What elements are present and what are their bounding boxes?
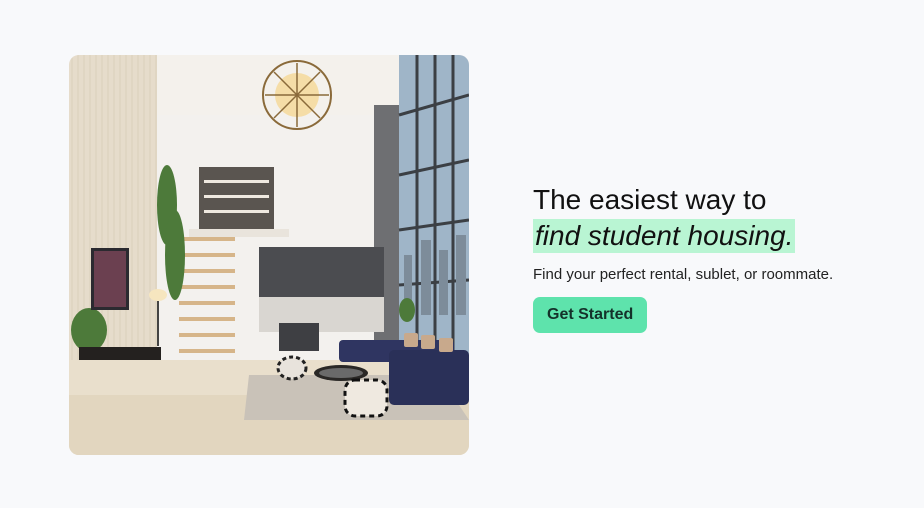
- hero-subtext: Find your perfect rental, sublet, or roo…: [533, 266, 834, 283]
- headline-highlight: find student housing.: [533, 219, 796, 253]
- hero-photo: [69, 55, 469, 455]
- headline-line-1: The easiest way to: [533, 184, 767, 215]
- get-started-button[interactable]: Get Started: [533, 297, 648, 333]
- hero-copy: The easiest way to find student housing.…: [533, 182, 913, 333]
- hero-headline: The easiest way to find student housing.: [533, 182, 913, 254]
